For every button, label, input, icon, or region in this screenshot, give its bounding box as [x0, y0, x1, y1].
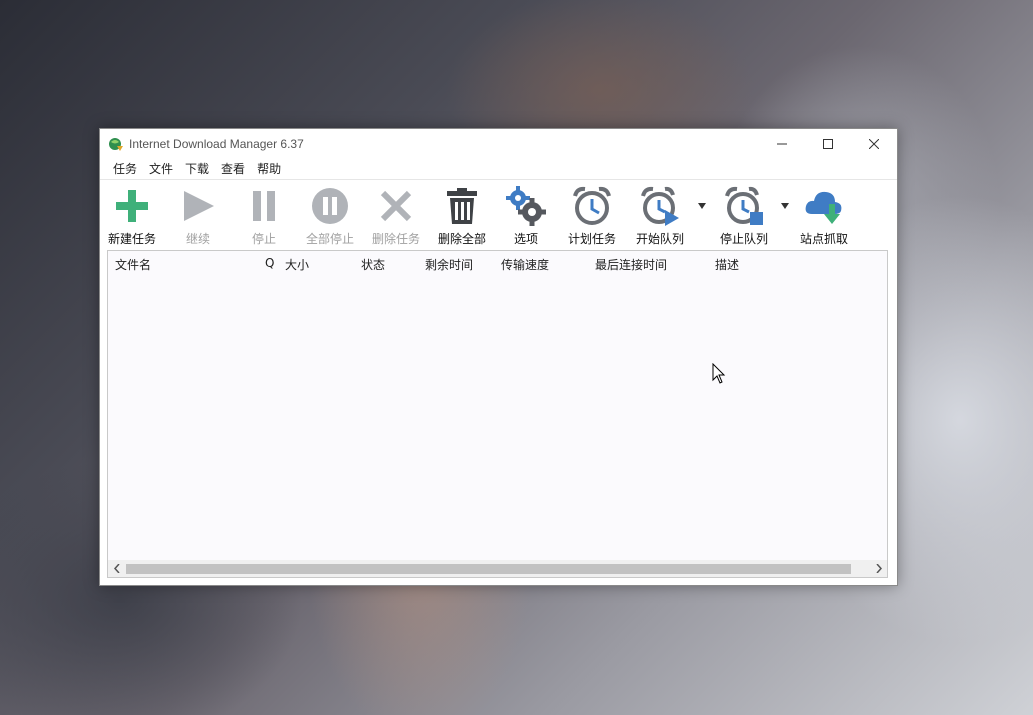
title-bar[interactable]: Internet Download Manager 6.37	[100, 129, 897, 159]
scroll-right-button[interactable]	[870, 560, 887, 577]
minimize-button[interactable]	[759, 129, 805, 159]
column-header-description[interactable]: 描述	[715, 256, 739, 273]
delete-all-label: 删除全部	[437, 232, 486, 246]
column-header-transfer-rate[interactable]: 传输速度	[501, 256, 549, 273]
column-header-queue[interactable]: Q	[265, 256, 274, 270]
site-grabber-label: 站点抓取	[799, 232, 848, 246]
site-grabber-button[interactable]: 站点抓取	[796, 184, 852, 246]
scheduler-button[interactable]: 计划任务	[564, 184, 620, 246]
column-header-time-left[interactable]: 剩余时间	[425, 256, 473, 273]
mouse-pointer-icon	[712, 363, 726, 384]
stop-button[interactable]: 停止	[238, 184, 290, 246]
stop-queue-label: 停止队列	[719, 232, 768, 246]
chevron-right-icon	[875, 564, 882, 573]
menu-view[interactable]: 查看	[215, 159, 251, 179]
stop-queue-dropdown-icon[interactable]	[781, 203, 789, 209]
download-list[interactable]: 文件名 Q 大小 状态 剩余时间 传输速度 最后连接时间 描述	[107, 250, 888, 578]
menu-tasks[interactable]: 任务	[107, 159, 143, 179]
resume-button[interactable]: 继续	[172, 184, 224, 246]
start-queue-dropdown-icon[interactable]	[698, 203, 706, 209]
menu-file[interactable]: 文件	[143, 159, 179, 179]
stop-queue-button[interactable]: 停止队列	[714, 184, 774, 246]
window-title: Internet Download Manager 6.37	[129, 137, 304, 151]
menu-downloads[interactable]: 下载	[179, 159, 215, 179]
close-button[interactable]	[851, 129, 897, 159]
idm-app-icon	[109, 138, 123, 151]
chevron-left-icon	[113, 564, 120, 573]
trash-icon	[447, 188, 477, 224]
delete-all-button[interactable]: 删除全部	[434, 184, 490, 246]
delete-task-button[interactable]: 删除任务	[368, 184, 424, 246]
column-header-status[interactable]: 状态	[361, 256, 385, 273]
toolbar: 新建任务 继续 停止 全部停止 删除任务 删除全部 选项 计划任务 开始队列 停…	[100, 180, 897, 248]
stop-label: 停止	[251, 232, 276, 246]
stop-all-label: 全部停止	[305, 232, 354, 246]
play-icon	[184, 191, 214, 221]
scroll-thumb[interactable]	[126, 564, 851, 574]
clock-play-icon	[641, 186, 679, 226]
add-task-button[interactable]: 新建任务	[104, 184, 160, 246]
column-header-row: 文件名 Q 大小 状态 剩余时间 传输速度 最后连接时间 描述	[108, 251, 887, 275]
column-header-size[interactable]: 大小	[285, 256, 309, 273]
cloud-download-icon	[805, 191, 842, 224]
resume-label: 继续	[185, 232, 210, 246]
clock-stop-icon	[725, 186, 763, 225]
close-icon	[869, 139, 879, 149]
stop-all-button[interactable]: 全部停止	[302, 184, 358, 246]
add-task-label: 新建任务	[107, 232, 156, 246]
start-queue-button[interactable]: 开始队列	[630, 184, 690, 246]
scheduler-label: 计划任务	[567, 232, 616, 246]
x-icon	[380, 190, 412, 222]
alarm-clock-icon	[573, 186, 611, 225]
pause-icon	[253, 191, 275, 221]
gears-icon	[506, 186, 546, 226]
maximize-icon	[823, 139, 833, 149]
minimize-icon	[777, 143, 787, 145]
plus-icon	[116, 190, 148, 222]
options-button[interactable]: 选项	[500, 184, 552, 246]
options-label: 选项	[513, 232, 538, 246]
column-header-last-try[interactable]: 最后连接时间	[595, 256, 667, 273]
scroll-left-button[interactable]	[108, 560, 125, 577]
menu-help[interactable]: 帮助	[251, 159, 287, 179]
delete-task-label: 删除任务	[371, 232, 420, 246]
maximize-button[interactable]	[805, 129, 851, 159]
menu-bar: 任务 文件 下载 查看 帮助	[100, 159, 897, 179]
start-queue-label: 开始队列	[635, 232, 684, 246]
idm-main-window: Internet Download Manager 6.37 任务 文件 下载 …	[99, 128, 898, 586]
column-header-filename[interactable]: 文件名	[115, 256, 151, 273]
pause-circle-icon	[312, 188, 348, 224]
horizontal-scrollbar[interactable]	[108, 560, 887, 577]
